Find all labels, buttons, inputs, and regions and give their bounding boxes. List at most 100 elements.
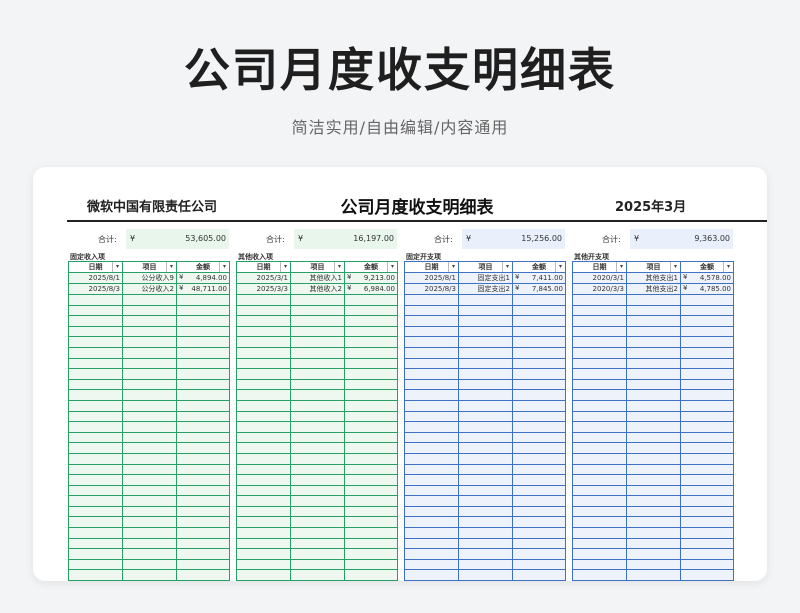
column-header-amount[interactable]: 金额 ▾ xyxy=(176,261,230,273)
empty-cell[interactable] xyxy=(626,431,681,444)
empty-cell[interactable] xyxy=(458,294,513,306)
empty-cell[interactable] xyxy=(572,399,627,412)
empty-cell[interactable] xyxy=(236,346,291,359)
empty-cell[interactable] xyxy=(458,389,513,401)
empty-cell[interactable] xyxy=(680,368,734,380)
empty-cell[interactable] xyxy=(512,516,566,529)
empty-cell[interactable] xyxy=(68,336,123,348)
column-header-date[interactable]: 日期 ▾ xyxy=(404,261,459,273)
empty-cell[interactable] xyxy=(680,336,734,348)
empty-cell[interactable] xyxy=(344,495,398,507)
empty-cell[interactable] xyxy=(512,463,566,476)
empty-cell[interactable] xyxy=(404,505,459,518)
empty-cell[interactable] xyxy=(176,399,230,412)
empty-cell[interactable] xyxy=(572,357,627,370)
empty-cell[interactable] xyxy=(680,463,734,476)
empty-cell[interactable] xyxy=(290,346,345,359)
empty-cell[interactable] xyxy=(236,495,291,507)
empty-cell[interactable] xyxy=(122,516,177,529)
empty-cell[interactable] xyxy=(290,474,345,486)
empty-cell[interactable] xyxy=(572,389,627,401)
empty-cell[interactable] xyxy=(344,527,398,539)
empty-cell[interactable] xyxy=(236,325,291,338)
filter-dropdown-icon[interactable]: ▾ xyxy=(112,262,122,272)
empty-cell[interactable] xyxy=(458,421,513,433)
empty-cell[interactable] xyxy=(626,294,681,306)
empty-cell[interactable] xyxy=(290,294,345,306)
empty-cell[interactable] xyxy=(236,294,291,306)
empty-cell[interactable] xyxy=(404,421,459,433)
item-cell[interactable]: 公分收入2 xyxy=(122,283,177,295)
empty-cell[interactable] xyxy=(122,294,177,306)
empty-cell[interactable] xyxy=(236,548,291,560)
empty-cell[interactable] xyxy=(344,537,398,550)
empty-cell[interactable] xyxy=(572,442,627,454)
empty-cell[interactable] xyxy=(512,368,566,380)
empty-cell[interactable] xyxy=(512,336,566,348)
empty-cell[interactable] xyxy=(122,399,177,412)
empty-cell[interactable] xyxy=(176,304,230,317)
empty-cell[interactable] xyxy=(626,569,681,581)
empty-cell[interactable] xyxy=(122,505,177,518)
empty-cell[interactable] xyxy=(404,484,459,497)
empty-cell[interactable] xyxy=(236,421,291,433)
empty-cell[interactable] xyxy=(680,315,734,327)
empty-cell[interactable] xyxy=(680,378,734,391)
empty-cell[interactable] xyxy=(122,484,177,497)
empty-cell[interactable] xyxy=(68,558,123,571)
empty-cell[interactable] xyxy=(572,484,627,497)
empty-cell[interactable] xyxy=(290,505,345,518)
empty-cell[interactable] xyxy=(512,346,566,359)
empty-cell[interactable] xyxy=(176,452,230,465)
empty-cell[interactable] xyxy=(680,516,734,529)
empty-cell[interactable] xyxy=(458,452,513,465)
empty-cell[interactable] xyxy=(680,399,734,412)
empty-cell[interactable] xyxy=(680,304,734,317)
empty-cell[interactable] xyxy=(290,368,345,380)
empty-cell[interactable] xyxy=(122,336,177,348)
empty-cell[interactable] xyxy=(626,527,681,539)
empty-cell[interactable] xyxy=(122,304,177,317)
column-header-item[interactable]: 项目 ▾ xyxy=(290,261,345,273)
filter-dropdown-icon[interactable]: ▾ xyxy=(448,262,458,272)
empty-cell[interactable] xyxy=(572,378,627,391)
empty-cell[interactable] xyxy=(458,304,513,317)
empty-cell[interactable] xyxy=(290,421,345,433)
empty-cell[interactable] xyxy=(68,357,123,370)
empty-cell[interactable] xyxy=(680,346,734,359)
empty-cell[interactable] xyxy=(176,336,230,348)
empty-cell[interactable] xyxy=(458,505,513,518)
empty-cell[interactable] xyxy=(680,452,734,465)
empty-cell[interactable] xyxy=(458,325,513,338)
item-cell[interactable]: 固定支出1 xyxy=(458,272,513,284)
empty-cell[interactable] xyxy=(572,527,627,539)
empty-cell[interactable] xyxy=(68,431,123,444)
empty-cell[interactable] xyxy=(68,516,123,529)
empty-cell[interactable] xyxy=(512,484,566,497)
empty-cell[interactable] xyxy=(626,336,681,348)
empty-cell[interactable] xyxy=(626,505,681,518)
empty-cell[interactable] xyxy=(122,558,177,571)
empty-cell[interactable] xyxy=(404,495,459,507)
empty-cell[interactable] xyxy=(236,516,291,529)
empty-cell[interactable] xyxy=(572,336,627,348)
empty-cell[interactable] xyxy=(404,368,459,380)
empty-cell[interactable] xyxy=(572,325,627,338)
empty-cell[interactable] xyxy=(122,463,177,476)
empty-cell[interactable] xyxy=(176,325,230,338)
empty-cell[interactable] xyxy=(626,368,681,380)
empty-cell[interactable] xyxy=(458,399,513,412)
empty-cell[interactable] xyxy=(572,569,627,581)
empty-cell[interactable] xyxy=(176,315,230,327)
amount-cell[interactable]: ¥7,845.00 xyxy=(512,283,566,295)
date-cell[interactable]: 2025/8/3 xyxy=(404,283,459,295)
filter-dropdown-icon[interactable]: ▾ xyxy=(219,262,229,272)
empty-cell[interactable] xyxy=(122,548,177,560)
empty-cell[interactable] xyxy=(680,410,734,423)
item-cell[interactable]: 其他收入1 xyxy=(290,272,345,284)
empty-cell[interactable] xyxy=(344,346,398,359)
empty-cell[interactable] xyxy=(236,484,291,497)
filter-dropdown-icon[interactable]: ▾ xyxy=(555,262,565,272)
empty-cell[interactable] xyxy=(572,516,627,529)
empty-cell[interactable] xyxy=(122,325,177,338)
